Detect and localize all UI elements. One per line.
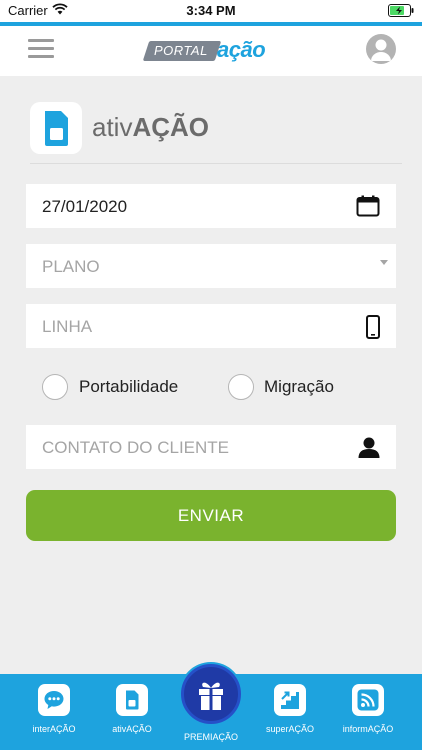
page-title: ativAÇÃO	[92, 112, 210, 142]
portal-acao-logo: PORTAL ação	[142, 37, 278, 65]
hamburger-menu-icon[interactable]	[28, 39, 54, 59]
status-bar: Carrier 3:34 PM	[0, 0, 422, 22]
date-value: 27/01/2020	[42, 197, 128, 216]
chat-icon	[38, 684, 70, 716]
phone-icon	[366, 315, 380, 339]
section-header: ativAÇÃO	[30, 102, 402, 164]
sim-card-icon	[116, 684, 148, 716]
nav-item-informacao[interactable]: informAÇÃO	[326, 684, 410, 734]
enviar-button[interactable]: ENVIAR	[26, 490, 396, 541]
linha-placeholder: LINHA	[42, 317, 93, 336]
person-icon	[358, 437, 380, 458]
user-avatar-icon[interactable]	[366, 34, 396, 64]
contato-placeholder: CONTATO DO CLIENTE	[42, 438, 230, 457]
plano-placeholder: PLANO	[42, 257, 100, 276]
logo-portal-text: PORTAL	[154, 43, 208, 58]
app-header: PORTAL ação	[0, 26, 422, 76]
plano-select[interactable]: PLANO	[26, 244, 396, 288]
nav-label-ativacao: ativAÇÃO	[112, 724, 152, 734]
contato-cliente-input[interactable]: CONTATO DO CLIENTE	[26, 425, 396, 469]
rss-icon	[352, 684, 384, 716]
gift-icon	[199, 682, 223, 710]
operation-type-radio-group: Portabilidade Migração	[42, 374, 402, 402]
nav-item-ativacao[interactable]: ativAÇÃO	[90, 684, 174, 734]
stairs-icon	[274, 684, 306, 716]
migracao-radio[interactable]	[228, 374, 254, 400]
status-time: 3:34 PM	[186, 3, 236, 18]
migracao-label[interactable]: Migração	[264, 377, 334, 397]
portabilidade-radio[interactable]	[42, 374, 68, 400]
linha-input[interactable]: LINHA	[26, 304, 396, 348]
sim-card-icon	[30, 102, 82, 154]
chevron-down-icon	[380, 260, 388, 265]
date-field[interactable]: 27/01/2020	[26, 184, 396, 228]
nav-label-interacao: interAÇÃO	[32, 724, 76, 734]
nav-label-informacao: informAÇÃO	[342, 724, 394, 734]
nav-label-premiacao: PREMIAÇÃO	[183, 732, 238, 742]
calendar-icon[interactable]	[356, 195, 380, 217]
battery-charging-icon	[388, 4, 414, 17]
portabilidade-label[interactable]: Portabilidade	[79, 377, 178, 397]
logo-acao-text: ação	[217, 37, 266, 62]
nav-item-superacao[interactable]: superAÇÃO	[248, 684, 332, 734]
nav-item-interacao[interactable]: interAÇÃO	[12, 684, 96, 734]
nav-label-superacao: superAÇÃO	[265, 724, 315, 734]
premiacao-button[interactable]	[181, 664, 241, 724]
